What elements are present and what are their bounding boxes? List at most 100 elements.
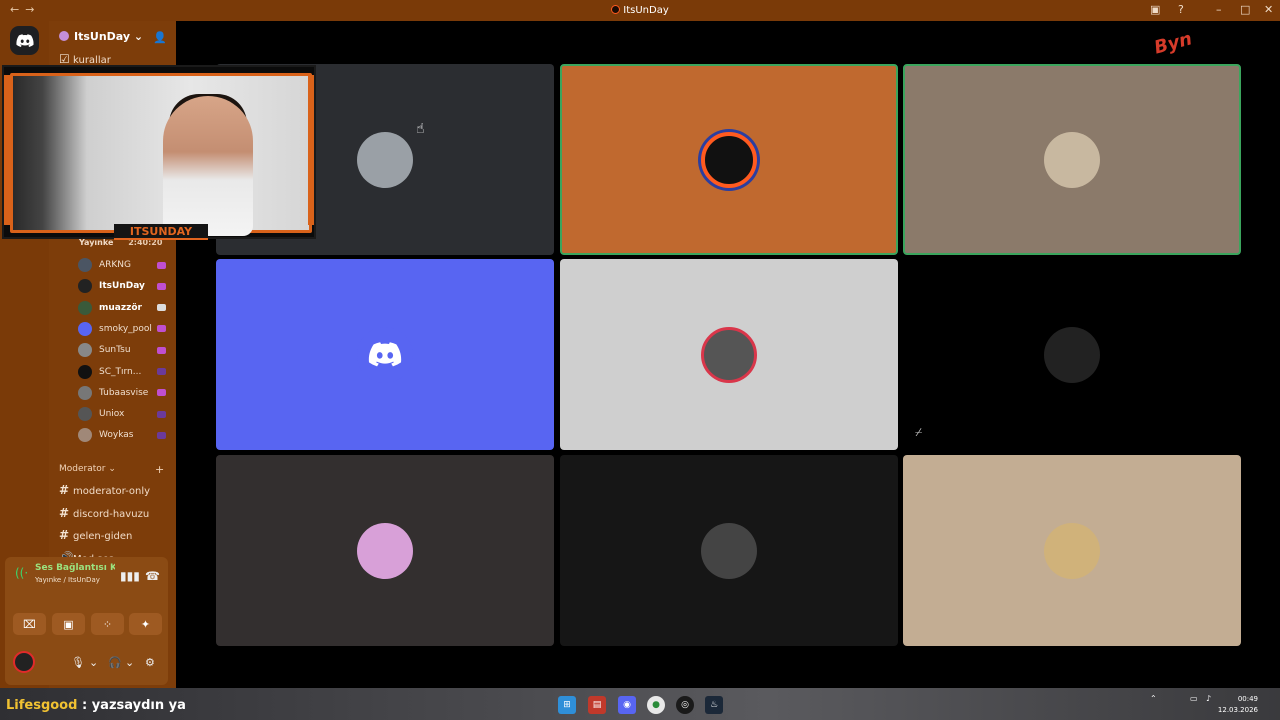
close-button[interactable]: ✕ (1264, 3, 1273, 16)
clock-date: 12.03.2026 (1217, 706, 1258, 714)
avatar (78, 364, 92, 379)
chrome-icon[interactable]: ● (647, 696, 665, 714)
camera-off-button[interactable]: ⌧ (13, 613, 46, 635)
avatar[interactable] (13, 651, 35, 673)
add-user-icon[interactable]: 👤 (153, 31, 167, 44)
chat-username: Lifesgood (6, 698, 78, 713)
channel-item[interactable]: # discord-havuzu (59, 506, 149, 520)
user-panel: 🎙 ⌄ 🎧 ⌄ ⚙ (5, 644, 168, 681)
channel-item[interactable]: # moderator-only (59, 483, 150, 497)
hash-icon: # (59, 505, 70, 520)
soundboard-button[interactable]: ✦ (129, 613, 162, 635)
muted-camera-icon: ⌿ (915, 425, 923, 439)
voice-user[interactable]: ItsUnDay (78, 277, 170, 295)
window-titlebar: ←→ ItsUnDay ▣ ? – □ ✕ (0, 0, 1280, 21)
inbox-icon[interactable]: ▣ (1150, 3, 1160, 16)
discord-logo-icon (368, 341, 402, 366)
video-tile[interactable] (560, 455, 898, 646)
corner-logo: Byn (1151, 28, 1195, 59)
hash-icon: # (59, 528, 70, 543)
windows-start-icon[interactable]: ⊞ (558, 696, 576, 714)
category-moderator[interactable]: Moderator ⌄ + (59, 463, 164, 476)
microphone-icon[interactable]: 🎙 (71, 656, 85, 669)
voice-status[interactable]: Ses Bağlantısı Kuruldu (35, 563, 115, 573)
avatar (357, 326, 413, 383)
channel-label: gelen-giden (73, 531, 133, 543)
avatar (1044, 131, 1100, 188)
channel-label: discord-havuzu (73, 508, 150, 520)
voice-user-name: SC_Tırn... (99, 366, 142, 377)
voice-user[interactable]: SunTsu (78, 341, 170, 359)
avatar (78, 407, 92, 422)
voice-user[interactable]: Tubaasvise (78, 384, 170, 402)
camera-off-icon: ⌧ (23, 617, 36, 631)
video-tile[interactable] (903, 64, 1241, 255)
server-name-button[interactable]: ItsUnDay ⌄ (59, 30, 143, 43)
video-tile[interactable] (903, 455, 1241, 646)
disconnect-icon[interactable]: ☎ (145, 569, 160, 583)
voice-user[interactable]: ARKNG (78, 256, 170, 274)
steam-icon[interactable]: ♨ (705, 696, 723, 714)
channel-label: moderator-only (73, 486, 151, 497)
volume-icon[interactable]: ♪ (1206, 694, 1211, 703)
avatar (357, 131, 413, 188)
server-name: ItsUnDay (74, 30, 131, 43)
app-icon (611, 5, 621, 14)
voice-user-name: SunTsu (99, 345, 131, 356)
help-icon[interactable]: ? (1178, 3, 1184, 16)
tray-expand-icon[interactable]: ⌃ (1150, 694, 1157, 703)
avatar (78, 258, 92, 272)
video-tile[interactable] (216, 259, 554, 450)
voice-user-name: Tubaasvise (99, 387, 149, 398)
maximize-button[interactable]: □ (1240, 3, 1250, 16)
avatar (701, 131, 757, 188)
hand-cursor-icon: ☝ (416, 121, 425, 137)
voice-user-name: ItsUnDay (99, 281, 145, 292)
display-icon[interactable]: ▭ (1190, 694, 1198, 703)
chevron-down-icon[interactable]: ⌄ (89, 656, 98, 669)
voice-user[interactable]: Woykas (78, 426, 170, 444)
webcam-overlay: ITSUNDAY (2, 65, 316, 240)
avatar (357, 522, 413, 579)
soundboard-icon: ✦ (140, 617, 151, 631)
rules-icon: ☑ (59, 52, 70, 66)
discord-taskbar-icon[interactable]: ◉ (618, 696, 636, 714)
video-tile[interactable]: ⌿ (903, 259, 1241, 450)
clock[interactable]: 00:49 12.03.2026 (1218, 694, 1258, 716)
status-icon (157, 346, 166, 354)
avatar (78, 428, 92, 443)
discord-home-button[interactable] (10, 26, 39, 55)
chevron-down-icon[interactable]: ⌄ (125, 656, 134, 669)
status-icon (157, 325, 166, 333)
headphones-icon[interactable]: 🎧 (108, 656, 122, 669)
streamer-figure (163, 96, 253, 236)
video-tile[interactable] (560, 64, 898, 255)
minimize-button[interactable]: – (1216, 3, 1222, 16)
channel-item[interactable]: # gelen-giden (59, 528, 132, 542)
voice-user[interactable]: smoky_pool (78, 320, 170, 338)
voice-user[interactable]: SC_Tırn... (78, 363, 170, 381)
voice-user[interactable]: muazzör (78, 299, 170, 317)
server-badge-icon (59, 31, 69, 41)
channel-kurallar[interactable]: ☑ kurallar (59, 52, 111, 66)
screen-share-button[interactable]: ▣ (52, 613, 85, 635)
avatar (701, 522, 757, 579)
status-icon (157, 410, 166, 418)
voice-user-name: muazzör (99, 302, 142, 313)
voice-location[interactable]: Yayınke / ItsUnDay (35, 576, 100, 584)
discord-logo-icon (15, 33, 34, 47)
soundwave-icon[interactable]: ▮▮▮ (120, 569, 140, 583)
activities-button[interactable]: ⁘ (91, 613, 124, 635)
video-tile[interactable] (560, 259, 898, 450)
video-tile[interactable] (216, 455, 554, 646)
avatar (78, 300, 92, 315)
obs-icon[interactable]: ◎ (676, 696, 694, 714)
app-icon[interactable]: ▤ (588, 696, 606, 714)
chat-message: yazsaydın ya (91, 698, 186, 713)
avatar (78, 343, 92, 358)
voice-user[interactable]: Uniox (78, 405, 170, 423)
status-icon (157, 368, 166, 375)
gear-icon[interactable]: ⚙ (145, 656, 155, 669)
add-channel-icon[interactable]: + (155, 463, 164, 476)
screen-share-icon: ▣ (63, 617, 74, 631)
